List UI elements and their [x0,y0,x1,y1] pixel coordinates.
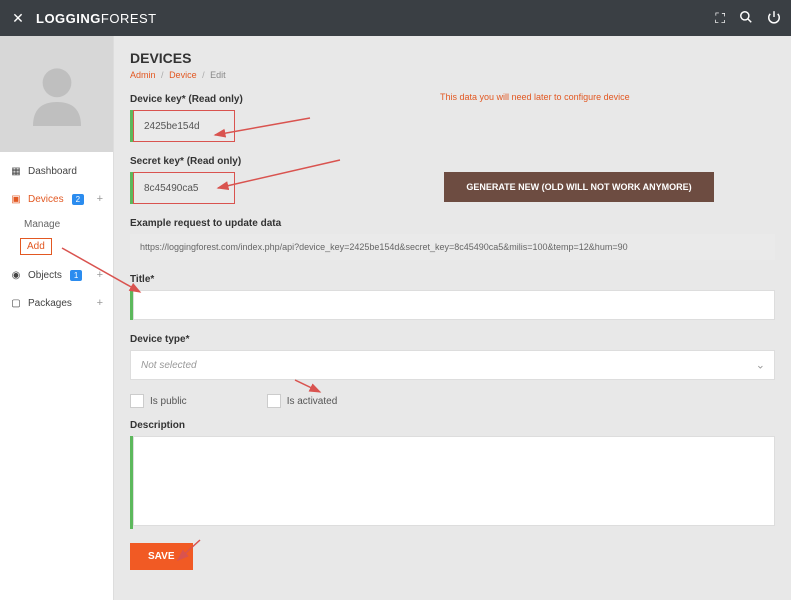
secret-key-input [134,173,234,203]
nav: ▦ Dashboard ▣ Devices 2 + Manage Add ◉ O… [0,152,113,323]
content: DEVICES Admin / Device / Edit Device key… [114,36,791,600]
sidebar-sub-manage[interactable]: Manage [0,213,113,236]
chevron-down-icon: ⌄ [756,359,765,372]
device-key-input [134,111,234,141]
crumb-sep: / [161,70,164,80]
crumb-sep: / [202,70,205,80]
description-label: Description [130,420,775,431]
avatar [0,36,113,152]
plus-icon[interactable]: + [97,269,103,281]
sidebar-item-label: Packages [28,298,72,309]
title-input[interactable] [133,290,775,320]
sidebar-sub-add[interactable]: Add [20,238,52,255]
is-public-checkbox[interactable] [130,394,144,408]
brand-strong: LOGGING [36,11,101,26]
brand: LOGGINGFOREST [36,11,157,26]
crumb-device[interactable]: Device [169,70,197,80]
example-label: Example request to update data [130,218,775,229]
device-type-label: Device type* [130,334,775,345]
device-type-select[interactable]: Not selected ⌄ [130,350,775,380]
secret-key-label: Secret key* (Read only) [130,156,775,167]
generate-new-button[interactable]: GENERATE NEW (OLD WILL NOT WORK ANYMORE) [444,172,714,202]
devices-badge: 2 [72,194,84,205]
is-activated-checkbox[interactable] [267,394,281,408]
description-input[interactable] [133,436,775,526]
device-type-placeholder: Not selected [130,350,775,380]
example-request-value: https://loggingforest.com/index.php/api?… [130,234,775,260]
plus-icon[interactable]: + [97,193,103,205]
packages-icon: ▢ [10,298,22,309]
sidebar-item-packages[interactable]: ▢ Packages + [0,289,113,317]
breadcrumb: Admin / Device / Edit [130,70,775,80]
is-activated-label: Is activated [287,396,338,407]
sidebar-item-dashboard[interactable]: ▦ Dashboard [0,158,113,185]
is-public-label: Is public [150,396,187,407]
crumb-admin[interactable]: Admin [130,70,156,80]
close-icon[interactable]: ✕ [10,10,26,26]
sidebar-item-label: Devices [28,194,64,205]
sidebar-item-devices[interactable]: ▣ Devices 2 + [0,185,113,213]
sidebar: ▦ Dashboard ▣ Devices 2 + Manage Add ◉ O… [0,36,114,600]
sidebar-item-label: Objects [28,270,62,281]
power-icon[interactable] [767,10,781,27]
save-button[interactable]: SAVE [130,543,193,570]
sidebar-item-objects[interactable]: ◉ Objects 1 + [0,261,113,289]
topbar-actions: ⛶ [715,10,781,27]
plus-icon[interactable]: + [97,297,103,309]
search-icon[interactable] [739,10,753,27]
device-icon: ▣ [10,194,22,205]
brand-light: FOREST [101,11,157,26]
config-hint: This data you will need later to configu… [440,92,630,102]
page-title: DEVICES [130,50,775,66]
objects-badge: 1 [70,270,82,281]
title-label: Title* [130,274,775,285]
sidebar-item-label: Dashboard [28,166,77,177]
fullscreen-icon[interactable]: ⛶ [715,10,725,27]
topbar: ✕ LOGGINGFOREST ⛶ [0,0,791,36]
grid-icon: ▦ [10,166,22,177]
crumb-edit: Edit [210,70,226,80]
objects-icon: ◉ [10,270,22,281]
